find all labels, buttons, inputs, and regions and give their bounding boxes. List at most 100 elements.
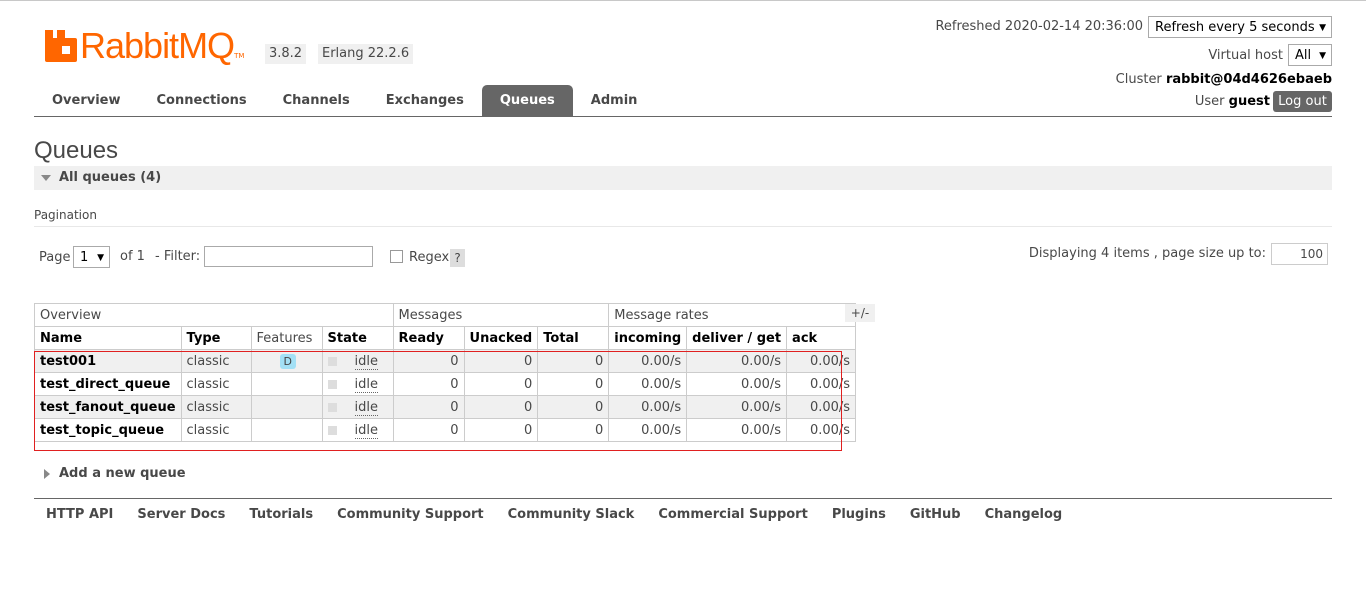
tab-overview[interactable]: Overview bbox=[34, 85, 139, 117]
tab-channels[interactable]: Channels bbox=[265, 85, 368, 117]
incoming-rate: 0.00/s bbox=[608, 395, 688, 419]
col-header-total[interactable]: Total bbox=[537, 326, 610, 350]
queue-features bbox=[250, 418, 323, 442]
queue-state: idle bbox=[321, 372, 394, 396]
col-header-ready[interactable]: Ready bbox=[392, 326, 465, 350]
cluster-label: Cluster bbox=[1115, 72, 1162, 87]
refresh-interval-select[interactable]: Refresh every 5 seconds ▼ bbox=[1148, 16, 1332, 38]
footer-divider bbox=[34, 498, 1332, 499]
table-row[interactable]: test_direct_queue classic idle 0 0 0 0.0… bbox=[34, 372, 857, 396]
tab-exchanges[interactable]: Exchanges bbox=[368, 85, 482, 117]
top-border bbox=[0, 0, 1366, 1]
col-header-ack[interactable]: ack bbox=[786, 326, 857, 350]
footer-link-community-support[interactable]: Community Support bbox=[325, 507, 496, 522]
logout-button[interactable]: Log out bbox=[1273, 91, 1332, 112]
state-label: idle bbox=[354, 376, 379, 393]
ack-rate: 0.00/s bbox=[786, 418, 857, 442]
ack-rate: 0.00/s bbox=[786, 349, 857, 373]
col-header-incoming[interactable]: incoming bbox=[608, 326, 688, 350]
footer-link-http-api[interactable]: HTTP API bbox=[34, 507, 125, 522]
filter-input[interactable] bbox=[204, 246, 373, 267]
queue-features bbox=[250, 372, 323, 396]
state-label: idle bbox=[354, 399, 379, 416]
col-header-name[interactable]: Name bbox=[34, 326, 182, 350]
refresh-interval-value: Refresh every 5 seconds bbox=[1155, 20, 1315, 35]
rabbitmq-version: 3.8.2 bbox=[265, 44, 307, 64]
queue-name-link[interactable]: test001 bbox=[34, 349, 182, 373]
deliver-get-rate: 0.00/s bbox=[686, 349, 788, 373]
page-select-value: 1 bbox=[80, 250, 89, 265]
col-header-unacked[interactable]: Unacked bbox=[463, 326, 539, 350]
ack-rate: 0.00/s bbox=[786, 395, 857, 419]
cluster-info: Cluster rabbit@04d4626ebaeb bbox=[1116, 72, 1332, 87]
expand-arrow-icon bbox=[44, 469, 50, 479]
queue-name-link[interactable]: test_direct_queue bbox=[34, 372, 182, 396]
page-title: Queues bbox=[34, 137, 119, 164]
tab-admin[interactable]: Admin bbox=[573, 85, 656, 117]
toggle-columns-button[interactable]: +/- bbox=[845, 304, 875, 322]
dropdown-arrow-icon: ▼ bbox=[1319, 51, 1326, 61]
ready-count: 0 bbox=[392, 372, 465, 396]
queue-type: classic bbox=[180, 418, 252, 442]
logo-trademark: TM bbox=[234, 52, 245, 60]
tab-queues[interactable]: Queues bbox=[481, 85, 573, 117]
virtual-host-value: All bbox=[1295, 48, 1312, 63]
queue-state: idle bbox=[321, 395, 394, 419]
col-header-state[interactable]: State bbox=[321, 326, 394, 350]
footer-link-changelog[interactable]: Changelog bbox=[973, 507, 1075, 522]
state-indicator-icon bbox=[327, 379, 337, 389]
regex-checkbox[interactable] bbox=[390, 250, 403, 263]
queue-name-link[interactable]: test_topic_queue bbox=[34, 418, 182, 442]
col-header-type[interactable]: Type bbox=[180, 326, 252, 350]
erlang-version: Erlang 22.2.6 bbox=[318, 44, 414, 64]
footer-link-tutorials[interactable]: Tutorials bbox=[237, 507, 325, 522]
section-label: All queues (4) bbox=[59, 170, 162, 185]
page-size-input[interactable]: 100 bbox=[1271, 243, 1328, 265]
rabbitmq-logo-icon bbox=[45, 30, 77, 62]
deliver-get-rate: 0.00/s bbox=[686, 418, 788, 442]
ready-count: 0 bbox=[392, 395, 465, 419]
col-header-features[interactable]: Features bbox=[250, 326, 323, 350]
footer-link-github[interactable]: GitHub bbox=[898, 507, 973, 522]
nav-divider bbox=[34, 116, 1332, 117]
virtual-host-select[interactable]: All ▼ bbox=[1288, 44, 1332, 66]
state-indicator-icon bbox=[327, 402, 337, 412]
table-header-row: Name Type Features State Ready Unacked T… bbox=[34, 326, 857, 350]
durable-badge: D bbox=[279, 353, 297, 369]
user-label: User bbox=[1194, 94, 1225, 109]
tab-connections[interactable]: Connections bbox=[139, 85, 265, 117]
total-count: 0 bbox=[537, 372, 610, 396]
footer-link-plugins[interactable]: Plugins bbox=[820, 507, 898, 522]
page-select[interactable]: 1 ▼ bbox=[73, 246, 110, 268]
user-name: guest bbox=[1228, 94, 1270, 109]
queue-type: classic bbox=[180, 372, 252, 396]
queue-features bbox=[250, 395, 323, 419]
regex-help-button[interactable]: ? bbox=[450, 249, 465, 267]
incoming-rate: 0.00/s bbox=[608, 418, 688, 442]
deliver-get-rate: 0.00/s bbox=[686, 372, 788, 396]
all-queues-section-toggle[interactable]: All queues (4) bbox=[34, 166, 1332, 190]
dropdown-arrow-icon: ▼ bbox=[97, 253, 104, 263]
main-nav: Overview Connections Channels Exchanges … bbox=[34, 85, 655, 117]
virtual-host-label: Virtual host bbox=[1208, 48, 1283, 63]
queue-type: classic bbox=[180, 395, 252, 419]
total-count: 0 bbox=[537, 418, 610, 442]
unacked-count: 0 bbox=[463, 418, 539, 442]
queue-name-link[interactable]: test_fanout_queue bbox=[34, 395, 182, 419]
col-header-deliver-get[interactable]: deliver / get bbox=[686, 326, 788, 350]
footer-link-commercial-support[interactable]: Commercial Support bbox=[646, 507, 820, 522]
rabbitmq-logo[interactable]: RabbitMQ TM bbox=[45, 26, 244, 66]
logo-text: RabbitMQ bbox=[80, 25, 235, 66]
filter-label: - Filter: bbox=[155, 249, 201, 264]
refreshed-timestamp: Refreshed 2020-02-14 20:36:00 bbox=[935, 19, 1143, 34]
footer-link-community-slack[interactable]: Community Slack bbox=[496, 507, 647, 522]
unacked-count: 0 bbox=[463, 395, 539, 419]
table-row[interactable]: test_fanout_queue classic idle 0 0 0 0.0… bbox=[34, 395, 857, 419]
group-header-messages: Messages bbox=[392, 303, 610, 327]
state-label: idle bbox=[354, 353, 379, 370]
table-row[interactable]: test_topic_queue classic idle 0 0 0 0.00… bbox=[34, 418, 857, 442]
regex-label: Regex bbox=[409, 250, 450, 265]
footer-link-server-docs[interactable]: Server Docs bbox=[125, 507, 237, 522]
unacked-count: 0 bbox=[463, 372, 539, 396]
table-row[interactable]: test001 classic D idle 0 0 0 0.00/s 0.00… bbox=[34, 349, 857, 373]
